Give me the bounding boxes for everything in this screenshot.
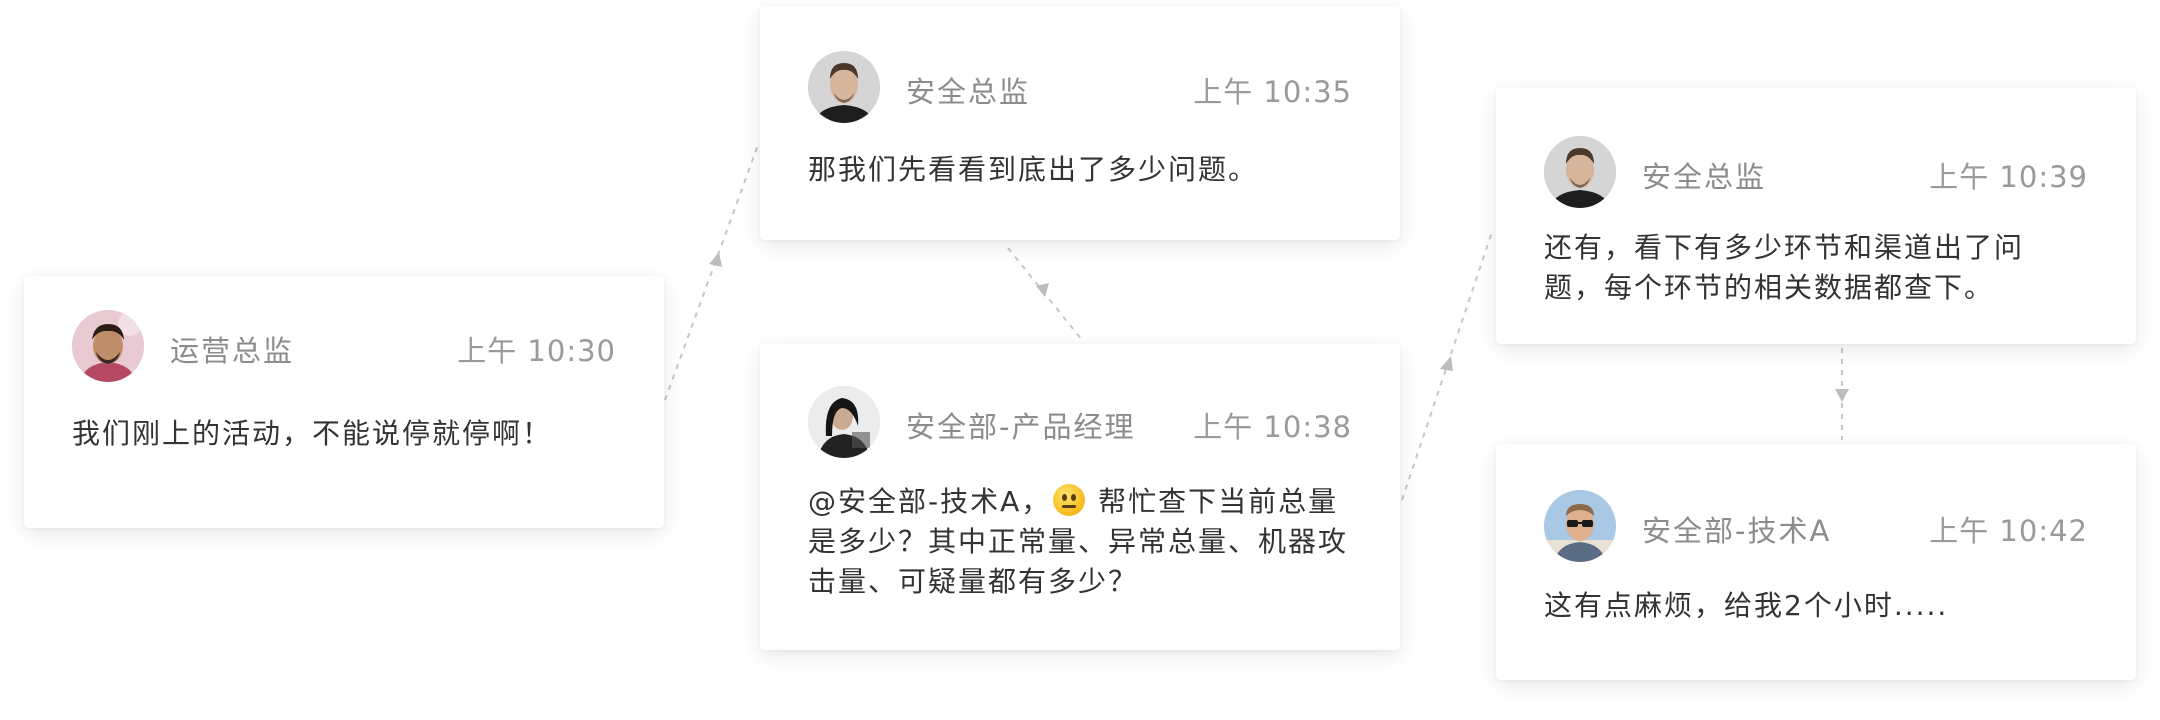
message-header: 安全部-技术A 上午 10:42 [1544, 490, 2088, 562]
author-name: 安全部-技术A [1642, 514, 1832, 548]
arrow-head [1835, 389, 1849, 402]
message-time: 上午 10:38 [1193, 410, 1352, 444]
message-card: 安全总监 上午 10:35 那我们先看看到底出了多少问题。 [760, 6, 1400, 240]
message-card: 安全部-产品经理 上午 10:38 @安全部-技术A， 帮忙查下当前总量是多少？… [760, 344, 1400, 650]
author-name: 运营总监 [170, 334, 295, 368]
author-name: 安全总监 [906, 75, 1031, 109]
avatar[interactable] [808, 386, 880, 458]
author-name: 安全部-产品经理 [906, 410, 1136, 444]
message-text: 还有，看下有多少环节和渠道出了问题，每个环节的相关数据都查下。 [1544, 231, 2025, 304]
avatar[interactable] [1544, 136, 1616, 208]
avatar[interactable] [72, 310, 144, 382]
mention-text: @安全部-技术A， [808, 485, 1052, 518]
connector-1-to-2 [664, 144, 759, 401]
message-time: 上午 10:42 [1929, 514, 2088, 548]
message-text: 那我们先看看到底出了多少问题。 [808, 153, 1259, 186]
message-text: 这有点麻烦，给我2个小时..... [1544, 589, 1949, 622]
message-time: 上午 10:30 [457, 334, 616, 368]
message-header: 运营总监 上午 10:30 [72, 310, 616, 382]
message-card: 运营总监 上午 10:30 我们刚上的活动，不能说停就停啊！ [24, 276, 664, 528]
message-time: 上午 10:39 [1929, 160, 2088, 194]
arrow-head [1440, 356, 1453, 371]
message-text: 我们刚上的活动，不能说停就停啊！ [72, 417, 553, 450]
message-card: 安全部-技术A 上午 10:42 这有点麻烦，给我2个小时..... [1496, 444, 2136, 680]
neutral-face-emoji-icon [1053, 484, 1086, 516]
message-header: 安全总监 上午 10:39 [1544, 136, 2088, 208]
arrow-head [709, 252, 722, 267]
avatar[interactable] [808, 51, 880, 123]
message-card: 安全总监 上午 10:39 还有，看下有多少环节和渠道出了问题，每个环节的相关数… [1496, 88, 2136, 344]
message-header: 安全部-产品经理 上午 10:38 [808, 386, 1352, 458]
author-name: 安全总监 [1642, 160, 1767, 194]
message-header: 安全总监 上午 10:35 [808, 51, 1352, 123]
message-text: @安全部-技术A， 帮忙查下当前总量是多少？其中正常量、异常总量、机器攻击量、可… [808, 482, 1352, 602]
avatar[interactable] [1544, 490, 1616, 562]
message-time: 上午 10:35 [1193, 75, 1352, 109]
